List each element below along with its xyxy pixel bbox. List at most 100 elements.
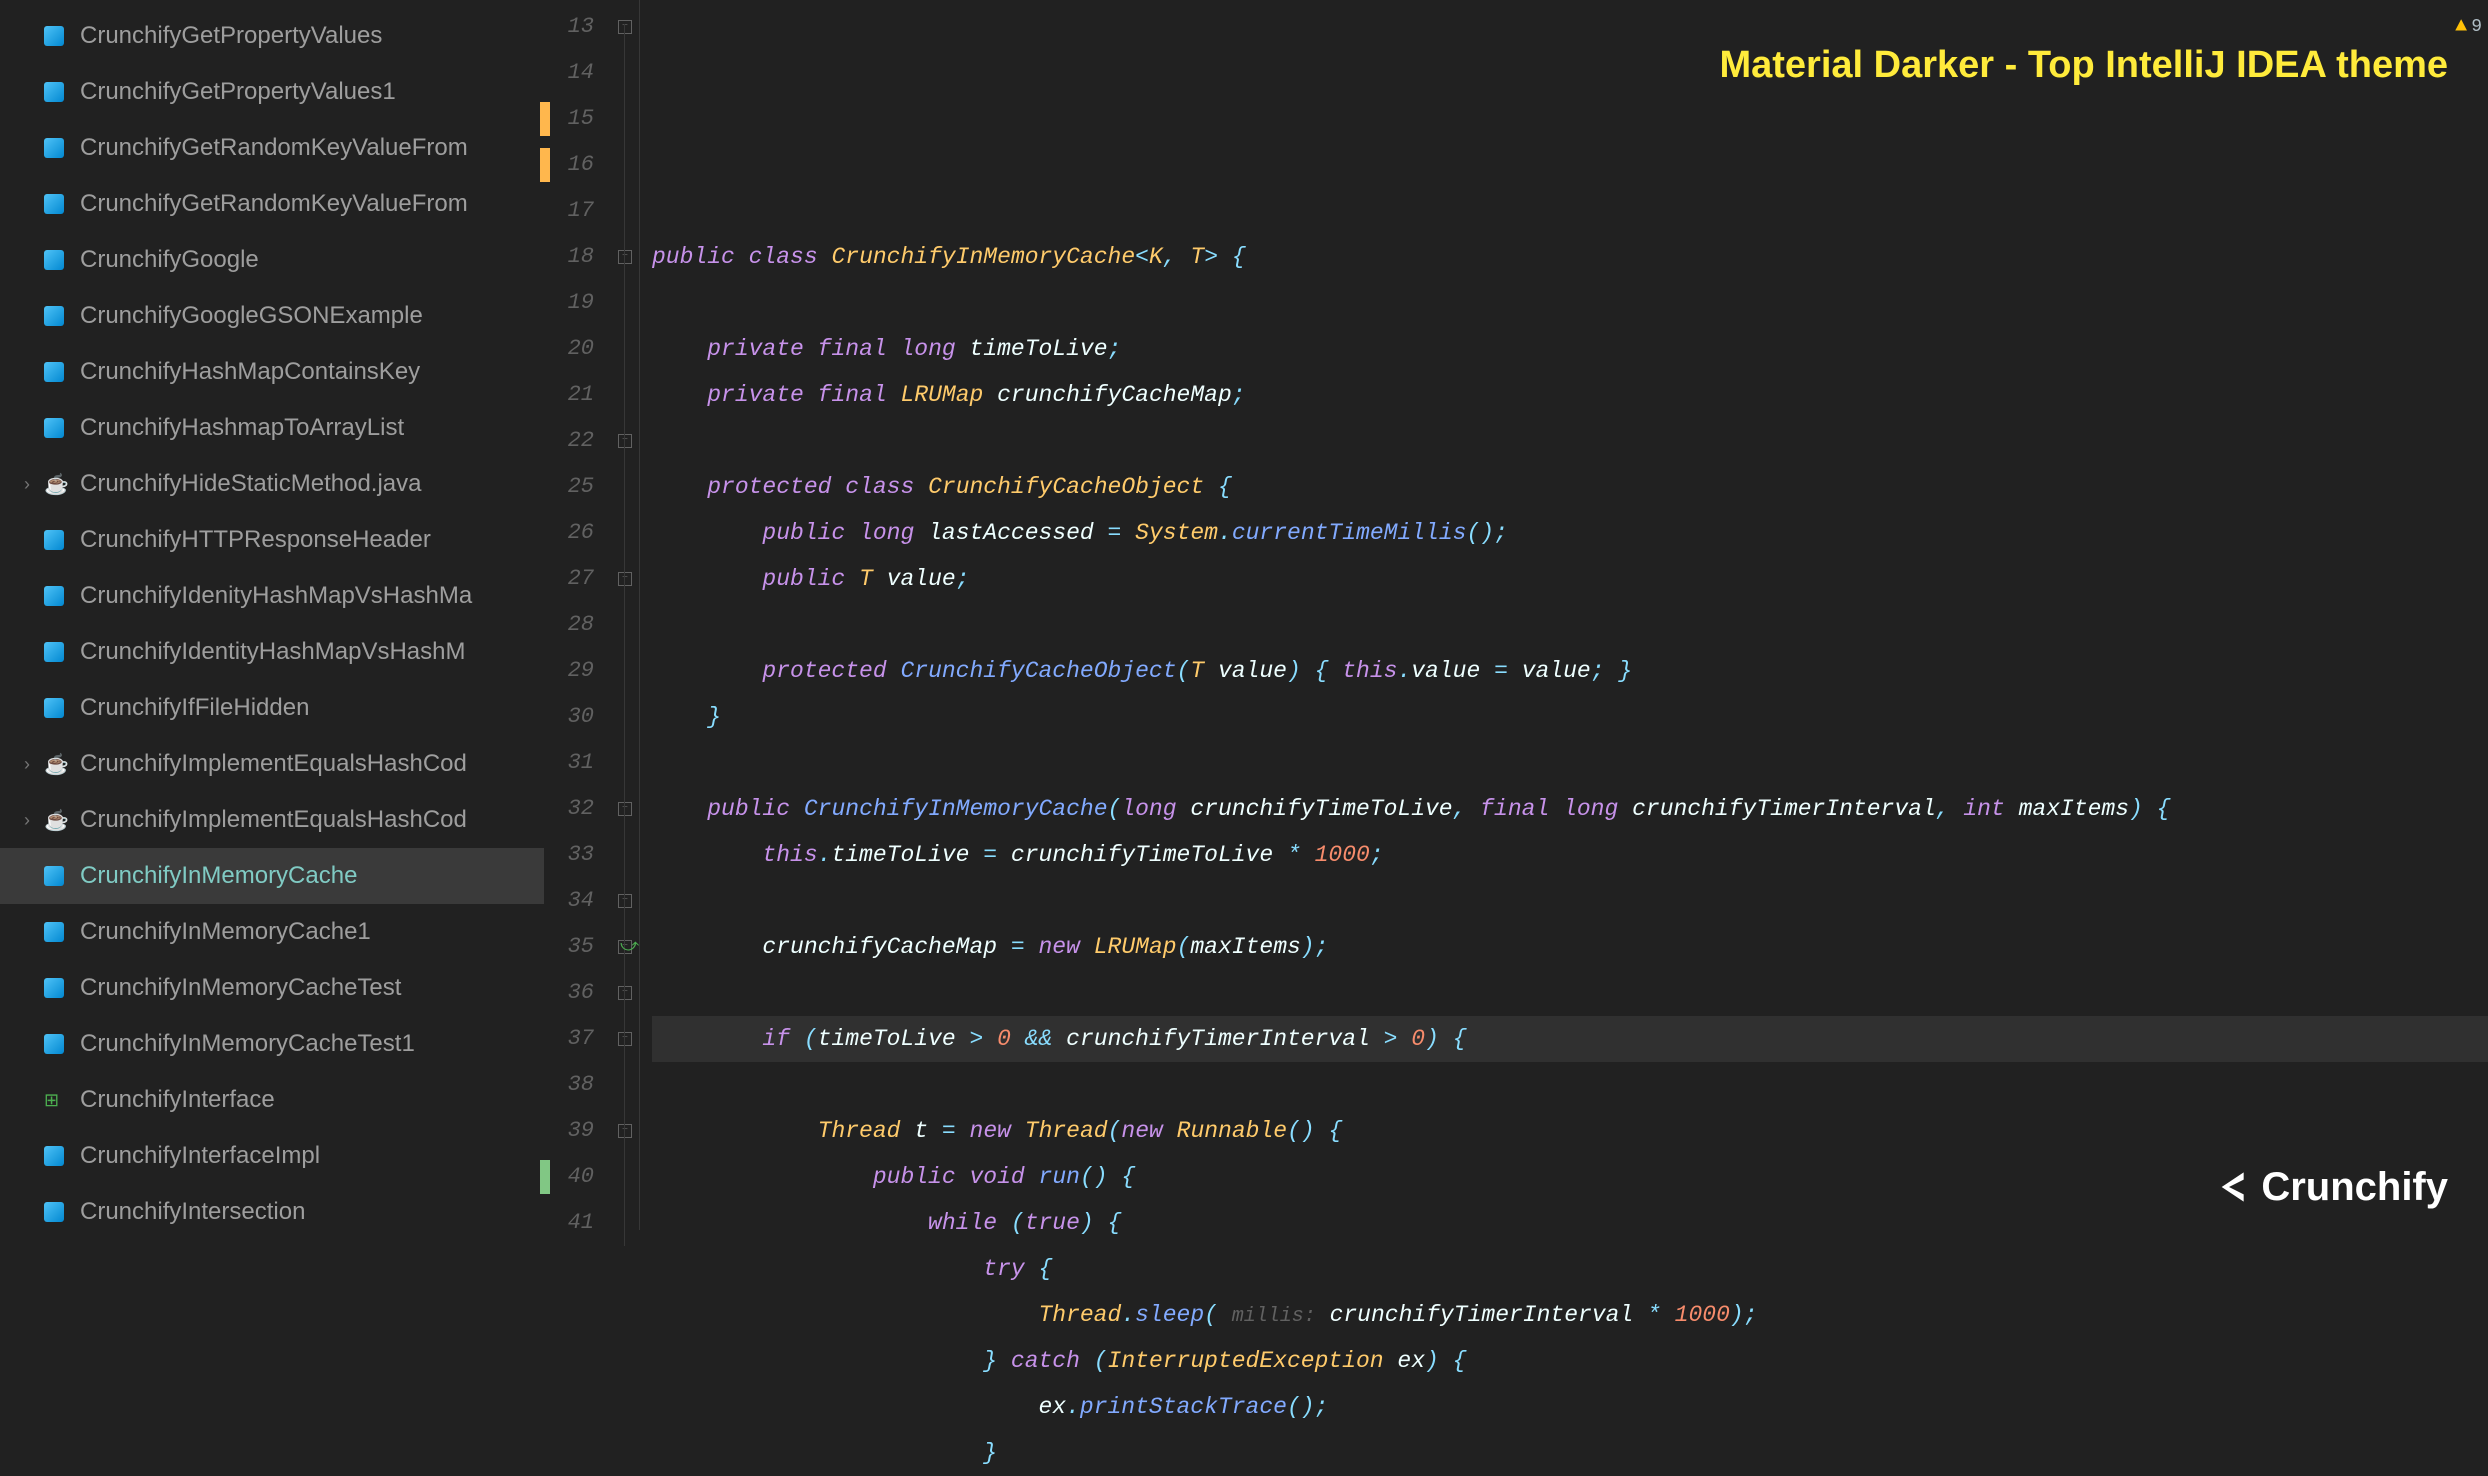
code-line[interactable]: } catch (InterruptedException ex) { [652,1338,2488,1384]
line-number[interactable]: 21 [544,372,594,418]
tree-item-crunchifyidentityhashmapvshashm[interactable]: CrunchifyIdentityHashMapVsHashM [0,624,544,680]
line-number[interactable]: 31 [544,740,594,786]
line-number[interactable]: 41 [544,1200,594,1246]
line-number[interactable]: 20 [544,326,594,372]
code-line[interactable]: public T value; [652,556,2488,602]
code-line[interactable]: public void run() { [652,1154,2488,1200]
line-number[interactable]: 37 [544,1016,594,1062]
code-line[interactable] [652,740,2488,786]
tree-item-label: CrunchifyInMemoryCache1 [80,918,371,946]
code-area[interactable]: Material Darker - Top IntelliJ IDEA them… [640,0,2488,1230]
line-number[interactable]: 18 [544,234,594,280]
tree-item-crunchifyidenityhashmapvshashma[interactable]: CrunchifyIdenityHashMapVsHashMa [0,568,544,624]
code-line[interactable]: protected class CrunchifyCacheObject { [652,464,2488,510]
line-number[interactable]: 15 [544,96,594,142]
tree-item-crunchifyhashmaptoarraylist[interactable]: CrunchifyHashmapToArrayList [0,400,544,456]
tree-item-crunchifyinmemorycache[interactable]: CrunchifyInMemoryCache [0,848,544,904]
run-gutter-icon[interactable]: ⤻ [620,936,639,957]
code-line[interactable]: this.timeToLive = crunchifyTimeToLive * … [652,832,2488,878]
code-line[interactable] [652,878,2488,924]
code-line[interactable]: private final long timeToLive; [652,326,2488,372]
line-number[interactable]: 14 [544,50,594,96]
code-line[interactable] [652,1062,2488,1108]
fold-toggle-icon[interactable]: − [618,434,632,448]
fold-toggle-icon[interactable]: − [618,986,632,1000]
tree-item-crunchifyintersection[interactable]: CrunchifyIntersection [0,1184,544,1230]
tree-item-crunchifyhttpresponseheader[interactable]: CrunchifyHTTPResponseHeader [0,512,544,568]
fold-toggle-icon[interactable]: − [618,572,632,586]
code-line[interactable]: protected CrunchifyCacheObject(T value) … [652,648,2488,694]
line-number[interactable]: 28 [544,602,594,648]
code-line[interactable]: public CrunchifyInMemoryCache(long crunc… [652,786,2488,832]
code-line[interactable] [652,970,2488,1016]
tree-item-crunchifygetpropertyvalues[interactable]: CrunchifyGetPropertyValues [0,8,544,64]
warnings-badge[interactable]: ▲ 9 [2455,4,2482,50]
line-number[interactable]: 16 [544,142,594,188]
code-line[interactable]: if (timeToLive > 0 && crunchifyTimerInte… [652,1016,2488,1062]
tree-item-crunchifyimplementequalshashcod[interactable]: ›☕CrunchifyImplementEqualsHashCod [0,792,544,848]
line-number[interactable]: 30 [544,694,594,740]
code-line[interactable]: private final LRUMap crunchifyCacheMap; [652,372,2488,418]
line-number[interactable]: 22 [544,418,594,464]
code-line[interactable]: Thread t = new Thread(new Runnable() { [652,1108,2488,1154]
tree-item-crunchifyinterfaceimpl[interactable]: CrunchifyInterfaceImpl [0,1128,544,1184]
tree-item-crunchifyhidestaticmethod-java[interactable]: ›☕CrunchifyHideStaticMethod.java [0,456,544,512]
line-number[interactable]: 40 [544,1154,594,1200]
code-line[interactable] [652,418,2488,464]
fold-toggle-icon[interactable]: − [618,1124,632,1138]
project-tree[interactable]: CrunchifyGetPropertyValuesCrunchifyGetPr… [0,0,544,1230]
tree-item-crunchifygetrandomkeyvaluefrom[interactable]: CrunchifyGetRandomKeyValueFrom [0,176,544,232]
fold-column[interactable]: −−−−−−−−−− [612,0,640,1230]
tree-item-crunchifyhashmapcontainskey[interactable]: CrunchifyHashMapContainsKey [0,344,544,400]
fold-toggle-icon[interactable]: − [618,802,632,816]
line-number[interactable]: 38 [544,1062,594,1108]
tree-item-crunchifyinmemorycachetest1[interactable]: CrunchifyInMemoryCacheTest1 [0,1016,544,1072]
code-line[interactable]: try { [652,1246,2488,1292]
line-number[interactable]: 34 [544,878,594,924]
code-line[interactable]: public class CrunchifyInMemoryCache<K, T… [652,234,2488,280]
line-number[interactable]: 39 [544,1108,594,1154]
line-number[interactable]: 35 [544,924,594,970]
line-number[interactable]: 26 [544,510,594,556]
tree-item-label: CrunchifyGoogleGSONExample [80,302,423,330]
line-number[interactable]: 33 [544,832,594,878]
tree-item-label: CrunchifyGetRandomKeyValueFrom [80,190,468,218]
code-editor[interactable]: 1314151617181920212225262728293031323334… [544,0,2488,1230]
fold-toggle-icon[interactable]: − [618,20,632,34]
class-icon [44,922,72,942]
code-line[interactable]: Thread.sleep( millis: crunchifyTimerInte… [652,1292,2488,1338]
tree-item-crunchifyinmemorycachetest[interactable]: CrunchifyInMemoryCacheTest [0,960,544,1016]
line-number[interactable]: 25 [544,464,594,510]
fold-toggle-icon[interactable]: − [618,894,632,908]
tree-item-crunchifygooglegsonexample[interactable]: CrunchifyGoogleGSONExample [0,288,544,344]
class-icon [44,1202,72,1222]
warning-icon: ▲ [2455,4,2467,50]
line-number[interactable]: 13 [544,4,594,50]
fold-toggle-icon[interactable]: − [618,250,632,264]
tree-item-crunchifyinterface[interactable]: ⊞CrunchifyInterface [0,1072,544,1128]
tree-item-crunchifygetpropertyvalues1[interactable]: CrunchifyGetPropertyValues1 [0,64,544,120]
class-icon [44,1034,72,1054]
line-number[interactable]: 32 [544,786,594,832]
line-number[interactable]: 36 [544,970,594,1016]
tree-item-crunchifygetrandomkeyvaluefrom[interactable]: CrunchifyGetRandomKeyValueFrom [0,120,544,176]
code-line[interactable] [652,602,2488,648]
code-line[interactable]: crunchifyCacheMap = new LRUMap(maxItems)… [652,924,2488,970]
code-line[interactable] [652,280,2488,326]
tree-item-crunchifyimplementequalshashcod[interactable]: ›☕CrunchifyImplementEqualsHashCod [0,736,544,792]
code-line[interactable]: public long lastAccessed = System.curren… [652,510,2488,556]
line-number[interactable]: 19 [544,280,594,326]
code-line[interactable]: } [652,694,2488,740]
line-number[interactable]: 17 [544,188,594,234]
tree-item-label: CrunchifyInMemoryCacheTest [80,974,401,1002]
tree-item-crunchifygoogle[interactable]: CrunchifyGoogle [0,232,544,288]
tree-item-label: CrunchifyInMemoryCacheTest1 [80,1030,415,1058]
line-number[interactable]: 27 [544,556,594,602]
code-line[interactable]: ex.printStackTrace(); [652,1384,2488,1430]
line-number[interactable]: 29 [544,648,594,694]
tree-item-crunchifyiffilehidden[interactable]: CrunchifyIfFileHidden [0,680,544,736]
code-line[interactable]: } [652,1430,2488,1476]
tree-item-crunchifyinmemorycache1[interactable]: CrunchifyInMemoryCache1 [0,904,544,960]
code-line[interactable]: while (true) { [652,1200,2488,1246]
fold-toggle-icon[interactable]: − [618,1032,632,1046]
